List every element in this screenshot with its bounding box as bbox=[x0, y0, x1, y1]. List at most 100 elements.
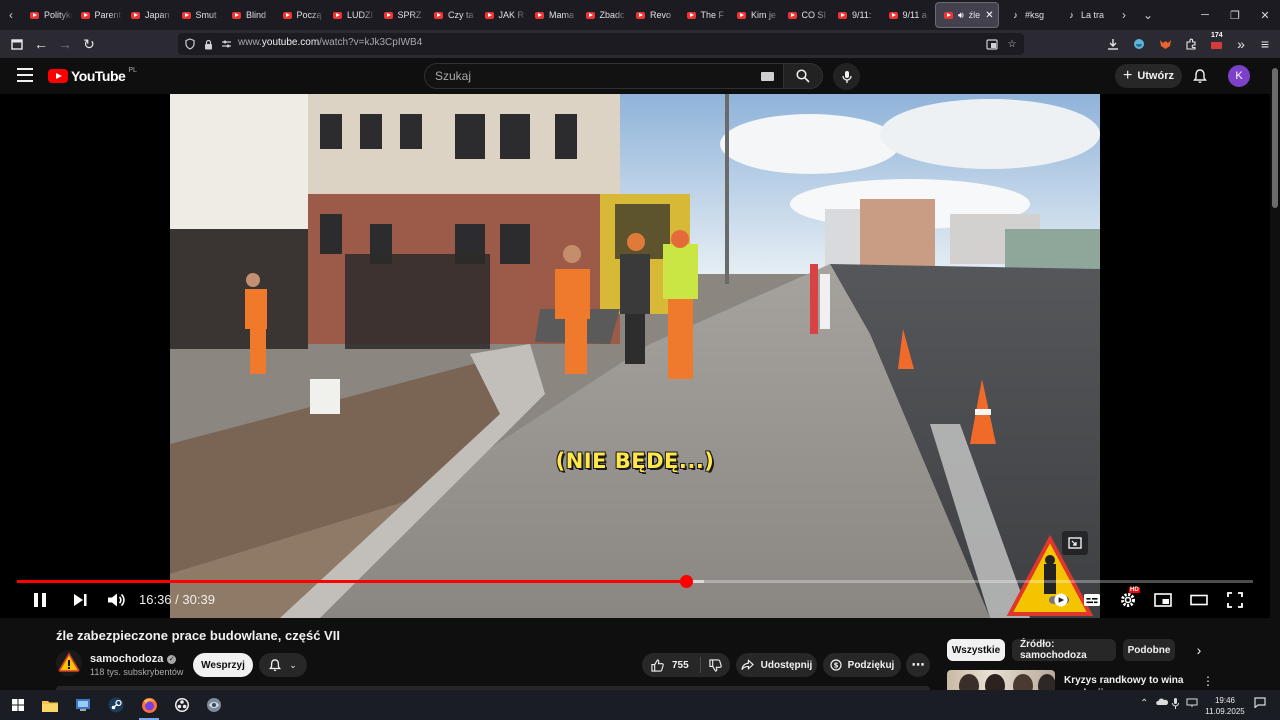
create-button[interactable]: + Utwórz bbox=[1115, 64, 1182, 88]
tab-close-icon[interactable]: ✕ bbox=[985, 10, 993, 21]
lock-icon[interactable] bbox=[200, 36, 216, 52]
browser-tab-4[interactable]: Blind bbox=[224, 2, 275, 28]
restore-icon[interactable]: ❐ bbox=[1220, 0, 1250, 30]
firefox-view-icon[interactable] bbox=[5, 32, 29, 56]
obs-icon[interactable] bbox=[172, 695, 192, 715]
browser-tab-active[interactable]: 🔊︎ źle ✕ bbox=[935, 2, 999, 28]
pause-button[interactable] bbox=[28, 588, 52, 612]
minimize-icon[interactable]: ─ bbox=[1190, 0, 1220, 30]
channel-avatar[interactable] bbox=[56, 650, 82, 676]
notifications-bell-icon[interactable] bbox=[1191, 67, 1209, 85]
recommendation-more-vertical-icon[interactable]: ⋮ bbox=[1202, 674, 1214, 688]
browser-tab-17[interactable]: 9/11 a bbox=[881, 2, 932, 28]
control-panel-icon[interactable] bbox=[73, 695, 93, 715]
browser-tab-13[interactable]: The F bbox=[679, 2, 730, 28]
subtitles-button[interactable] bbox=[1080, 588, 1104, 612]
browser-tab-14[interactable]: Kim je bbox=[729, 2, 780, 28]
search-input[interactable]: Szukaj bbox=[424, 63, 784, 89]
browser-tab-15[interactable]: CO SI bbox=[780, 2, 831, 28]
bookmark-star-icon[interactable]: ☆ bbox=[1004, 36, 1020, 52]
recommendation-title[interactable]: Kryzys randkowy to wina ewolucji bbox=[1064, 674, 1184, 690]
fullscreen-button[interactable] bbox=[1223, 588, 1247, 612]
steam-icon[interactable] bbox=[106, 695, 126, 715]
keyboard-icon[interactable] bbox=[761, 72, 774, 81]
chip-all[interactable]: Wszystkie bbox=[947, 639, 1005, 661]
subscription-bell-button[interactable]: ⌄ bbox=[259, 653, 307, 677]
search-button[interactable] bbox=[783, 63, 823, 89]
forward-arrow-icon[interactable]: → bbox=[53, 32, 77, 56]
fox-extension-icon[interactable] bbox=[1153, 32, 1177, 56]
browser-tab-2[interactable]: Japan bbox=[123, 2, 174, 28]
chip-source[interactable]: Źródło: samochodoza bbox=[1012, 639, 1116, 661]
app-globe-icon[interactable] bbox=[204, 695, 224, 715]
autoplay-toggle[interactable] bbox=[1048, 588, 1072, 612]
browser-tab-6[interactable]: LUDZI bbox=[325, 2, 376, 28]
youtube-logo[interactable]: YouTube PL bbox=[48, 67, 137, 84]
firefox-taskbar-icon[interactable] bbox=[139, 695, 159, 715]
screenshot-icon[interactable] bbox=[984, 36, 1000, 52]
taskbar-clock[interactable]: 19:46 11.09.2025 bbox=[1204, 695, 1246, 717]
browser-tab-11[interactable]: Zbadc bbox=[578, 2, 629, 28]
notification-center-icon[interactable] bbox=[1254, 697, 1266, 711]
more-actions-button[interactable]: ⋯ bbox=[906, 653, 930, 677]
app-menu-icon[interactable]: ≡ bbox=[1253, 32, 1277, 56]
video-player[interactable]: (NIE BĘDĘ...) 16:36 / 30:39 HD bbox=[0, 94, 1270, 618]
browser-tab-after-0[interactable]: ♪ #ksg bbox=[1003, 2, 1059, 28]
miniplayer-button[interactable] bbox=[1151, 588, 1175, 612]
chips-next-chevron-icon[interactable]: › bbox=[1191, 642, 1207, 658]
tab-scroll-left-button[interactable]: ‹ bbox=[0, 0, 22, 30]
miniplayer-toggle-icon[interactable] bbox=[1062, 531, 1088, 555]
page-scrollbar[interactable] bbox=[1270, 58, 1280, 690]
windows-start-icon[interactable] bbox=[8, 695, 28, 715]
thanks-button[interactable]: $ Podziękuj bbox=[823, 653, 901, 677]
browser-tab-9[interactable]: JAK R bbox=[477, 2, 528, 28]
reload-icon[interactable]: ↻ bbox=[77, 32, 101, 56]
share-button[interactable]: Udostępnij bbox=[736, 653, 817, 677]
chip-related[interactable]: Podobne bbox=[1123, 639, 1175, 661]
progress-bar[interactable] bbox=[17, 575, 1253, 588]
browser-tab-after-1[interactable]: ♪ La tra bbox=[1059, 2, 1115, 28]
close-window-icon[interactable]: ✕ bbox=[1250, 0, 1280, 30]
tray-network-icon[interactable] bbox=[1186, 698, 1198, 711]
tray-microphone-icon[interactable] bbox=[1172, 698, 1179, 712]
browser-tab-5[interactable]: Począ bbox=[275, 2, 326, 28]
settings-button[interactable]: HD bbox=[1116, 587, 1140, 612]
join-button[interactable]: Wesprzyj bbox=[193, 653, 253, 677]
downloads-icon[interactable] bbox=[1101, 32, 1125, 56]
browser-tab-10[interactable]: Mama bbox=[527, 2, 578, 28]
extensions-puzzle-icon[interactable] bbox=[1179, 32, 1203, 56]
browser-tab-0[interactable]: Polityka bbox=[22, 2, 73, 28]
video-frame[interactable]: (NIE BĘDĘ...) bbox=[170, 94, 1100, 618]
browser-tab-16[interactable]: 9/11: bbox=[830, 2, 881, 28]
scrollbar-thumb[interactable] bbox=[1272, 68, 1278, 208]
permissions-icon[interactable] bbox=[218, 36, 234, 52]
like-button[interactable]: 755 bbox=[642, 658, 700, 672]
dislike-button[interactable] bbox=[701, 658, 730, 672]
tray-show-hidden-icon[interactable]: ⌃ bbox=[1140, 698, 1148, 709]
url-text[interactable]: www.youtube.com/watch?v=kJk3CpIWB4 bbox=[238, 37, 422, 48]
next-button[interactable] bbox=[68, 588, 92, 612]
onedrive-cloud-icon[interactable] bbox=[1156, 698, 1169, 709]
volume-button[interactable] bbox=[104, 588, 128, 612]
hamburger-menu-icon[interactable] bbox=[17, 68, 33, 82]
browser-tab-8[interactable]: Czy ta bbox=[426, 2, 477, 28]
user-avatar[interactable]: K bbox=[1228, 65, 1250, 87]
overflow-chevrons-icon[interactable]: » bbox=[1229, 32, 1253, 56]
file-explorer-icon[interactable] bbox=[40, 695, 60, 715]
url-bar[interactable]: www.youtube.com/watch?v=kJk3CpIWB4 ☆ bbox=[178, 33, 1024, 55]
browser-tab-12[interactable]: Revo bbox=[628, 2, 679, 28]
vpn-extension-icon[interactable] bbox=[1127, 32, 1151, 56]
speaker-icon[interactable]: 🔊︎ bbox=[958, 10, 964, 21]
counter-extension-icon[interactable]: 174 bbox=[1205, 32, 1229, 56]
theater-mode-button[interactable] bbox=[1187, 588, 1211, 612]
back-arrow-icon[interactable]: ← bbox=[29, 32, 53, 56]
browser-tab-7[interactable]: SPRZ bbox=[376, 2, 427, 28]
shield-icon[interactable] bbox=[182, 36, 198, 52]
tab-scroll-right-button[interactable]: › bbox=[1112, 0, 1136, 30]
voice-search-button[interactable] bbox=[833, 63, 860, 90]
recommendation-thumbnail[interactable] bbox=[947, 670, 1055, 690]
browser-tab-1[interactable]: Parent bbox=[73, 2, 124, 28]
list-all-tabs-chevron-down-icon[interactable]: ⌄ bbox=[1136, 0, 1160, 30]
channel-name[interactable]: samochodoza ✓ bbox=[90, 653, 177, 665]
browser-tab-3[interactable]: Smut bbox=[174, 2, 225, 28]
